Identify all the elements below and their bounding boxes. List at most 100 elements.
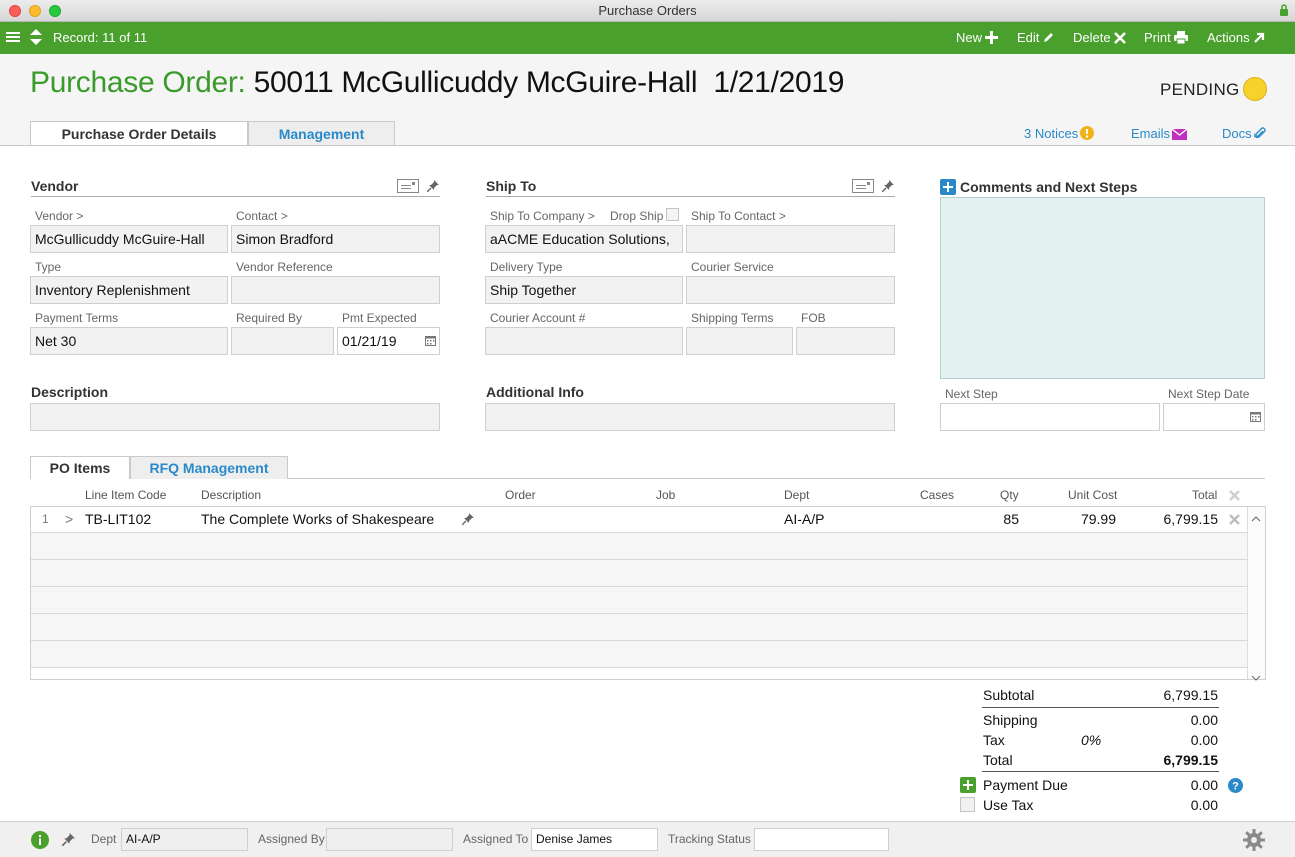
- description-field[interactable]: [30, 403, 440, 431]
- address-card-icon[interactable]: [397, 179, 419, 196]
- total-value: 6,799.15: [1163, 752, 1219, 768]
- cell-dept[interactable]: AI-A/P: [784, 511, 824, 527]
- new-button[interactable]: New: [956, 22, 999, 54]
- vendor-link-label[interactable]: Vendor >: [35, 209, 83, 223]
- empty-rows-area: [31, 533, 1247, 667]
- emails-link[interactable]: Emails: [1131, 126, 1188, 141]
- cell-unit-cost[interactable]: 79.99: [1040, 511, 1116, 527]
- next-step-calendar-icon[interactable]: [1250, 412, 1261, 422]
- assigned-by-field[interactable]: [326, 828, 453, 851]
- pin-icon[interactable]: [426, 180, 439, 195]
- pmt-expected-label: Pmt Expected: [342, 311, 417, 325]
- actions-button-label: Actions: [1207, 30, 1250, 45]
- add-comment-icon[interactable]: [940, 179, 956, 198]
- delete-button[interactable]: Delete: [1073, 22, 1126, 54]
- col-total[interactable]: Total: [1192, 488, 1217, 502]
- vendor-reference-field[interactable]: [231, 276, 440, 304]
- shipping-terms-label: Shipping Terms: [691, 311, 774, 325]
- contact-field[interactable]: Simon Bradford: [231, 225, 440, 253]
- assigned-by-label: Assigned By: [258, 832, 325, 846]
- ship-to-company-label[interactable]: Ship To Company >: [490, 209, 595, 223]
- contact-link-label[interactable]: Contact >: [236, 209, 288, 223]
- hamburger-menu-icon[interactable]: [6, 22, 20, 54]
- subtotal-value: 6,799.15: [1163, 687, 1219, 703]
- help-icon[interactable]: ?: [1228, 778, 1243, 796]
- edit-button-label: Edit: [1017, 30, 1040, 45]
- window-titlebar: Purchase Orders: [0, 0, 1295, 22]
- row-delete-icon[interactable]: [1229, 513, 1240, 528]
- tax-rate[interactable]: 0%: [1081, 732, 1101, 748]
- ship-to-company-field[interactable]: aACME Education Solutions,: [485, 225, 683, 253]
- shipping-terms-field[interactable]: [686, 327, 793, 355]
- tracking-status-field[interactable]: [754, 828, 889, 851]
- fob-field[interactable]: [796, 327, 895, 355]
- delivery-type-field[interactable]: Ship Together: [485, 276, 683, 304]
- use-tax-label: Use Tax: [983, 797, 1034, 813]
- zoom-window-button[interactable]: [49, 5, 61, 17]
- calendar-icon[interactable]: [425, 336, 436, 346]
- delivery-type-label: Delivery Type: [490, 260, 563, 274]
- ship-to-section-title: Ship To: [486, 178, 895, 197]
- cell-qty[interactable]: 85: [960, 511, 1019, 527]
- dept-field[interactable]: AI-A/P: [121, 828, 248, 851]
- col-description[interactable]: Description: [201, 488, 261, 502]
- footer-pin-icon[interactable]: [61, 833, 75, 849]
- drop-ship-checkbox[interactable]: [666, 208, 679, 221]
- payment-due-label: Payment Due: [983, 777, 1068, 793]
- docs-link[interactable]: Docs: [1222, 126, 1266, 141]
- minimize-window-button[interactable]: [29, 5, 41, 17]
- items-scrollbar[interactable]: [1247, 507, 1265, 679]
- tab-management[interactable]: Management: [248, 121, 395, 146]
- assigned-to-field[interactable]: Denise James: [531, 828, 658, 851]
- payment-due-value: 0.00: [1190, 777, 1218, 793]
- col-job[interactable]: Job: [656, 488, 675, 502]
- add-payment-icon[interactable]: [960, 777, 976, 796]
- scroll-down-icon[interactable]: [1251, 669, 1261, 684]
- record-navigator-icon[interactable]: [29, 22, 43, 54]
- additional-info-field[interactable]: [485, 403, 895, 431]
- row-divider: [31, 559, 1247, 560]
- col-dept[interactable]: Dept: [784, 488, 809, 502]
- cell-description[interactable]: The Complete Works of Shakespeare: [201, 511, 434, 527]
- pmt-expected-field[interactable]: 01/21/19: [337, 327, 440, 355]
- print-button[interactable]: Print: [1144, 22, 1188, 54]
- row-pin-icon[interactable]: [461, 513, 474, 528]
- next-step-field[interactable]: [940, 403, 1160, 431]
- required-by-field[interactable]: [231, 327, 334, 355]
- type-field[interactable]: Inventory Replenishment: [30, 276, 228, 304]
- row-expand-chevron-icon[interactable]: >: [65, 511, 73, 527]
- scroll-up-icon[interactable]: [1251, 510, 1261, 525]
- col-unit-cost[interactable]: Unit Cost: [1068, 488, 1117, 502]
- col-qty[interactable]: Qty: [1000, 488, 1019, 502]
- col-line-item-code[interactable]: Line Item Code: [85, 488, 166, 502]
- paperclip-icon: [1252, 127, 1266, 139]
- comments-textarea[interactable]: [940, 197, 1265, 379]
- warning-icon: [1080, 126, 1095, 140]
- shipping-value[interactable]: 0.00: [1120, 712, 1218, 728]
- close-window-button[interactable]: [9, 5, 21, 17]
- ship-to-contact-label[interactable]: Ship To Contact >: [691, 209, 786, 223]
- cell-line-item-code[interactable]: TB-LIT102: [85, 511, 151, 527]
- payment-terms-field[interactable]: Net 30: [30, 327, 228, 355]
- next-step-date-field[interactable]: [1163, 403, 1265, 431]
- tab-po-items[interactable]: PO Items: [30, 456, 130, 479]
- ship-address-card-icon[interactable]: [852, 179, 874, 196]
- use-tax-checkbox[interactable]: [960, 797, 975, 812]
- col-cases[interactable]: Cases: [920, 488, 954, 502]
- actions-button[interactable]: Actions: [1207, 22, 1265, 54]
- courier-account-field[interactable]: [485, 327, 683, 355]
- vendor-field[interactable]: McGullicuddy McGuire-Hall: [30, 225, 228, 253]
- info-icon[interactable]: [31, 831, 49, 852]
- notices-link[interactable]: 3 Notices: [1024, 126, 1095, 141]
- col-order[interactable]: Order: [505, 488, 536, 502]
- cell-total[interactable]: 6,799.15: [1130, 511, 1219, 527]
- gear-icon[interactable]: [1243, 829, 1265, 854]
- tax-value: 0.00: [1190, 732, 1218, 748]
- edit-button[interactable]: Edit: [1017, 22, 1055, 54]
- tab-purchase-order-details[interactable]: Purchase Order Details: [30, 121, 248, 146]
- record-toolbar: Record: 11 of 11 New Edit Delete Print A…: [0, 22, 1295, 54]
- courier-service-field[interactable]: [686, 276, 895, 304]
- tab-rfq-management[interactable]: RFQ Management: [130, 456, 288, 479]
- ship-pin-icon[interactable]: [881, 180, 894, 195]
- ship-to-contact-field[interactable]: [686, 225, 895, 253]
